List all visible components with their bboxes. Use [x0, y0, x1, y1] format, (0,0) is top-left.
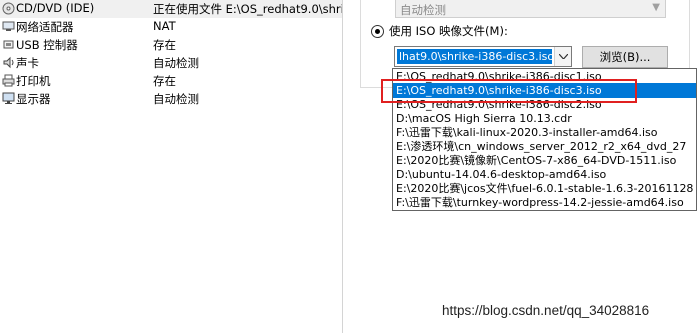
- device-name: 网络适配器: [16, 20, 74, 34]
- chevron-down-icon: [559, 54, 568, 59]
- device-summary: 自动检测: [153, 92, 199, 106]
- display-icon: [2, 92, 15, 105]
- dropdown-item[interactable]: F:\迅雷下载\kali-linux-2020.3-installer-amd6…: [393, 125, 696, 140]
- device-name: USB 控制器: [16, 38, 78, 52]
- physical-drive-value: 自动检测: [400, 3, 446, 17]
- physical-drive-select[interactable]: 自动检测 ▼: [395, 0, 666, 18]
- device-name: 打印机: [16, 74, 51, 88]
- dropdown-item[interactable]: E:\渗透环境\cn_windows_server_2012_r2_x64_dv…: [393, 139, 696, 154]
- device-name: CD/DVD (IDE): [16, 1, 95, 15]
- device-summary: 存在: [153, 74, 176, 88]
- dropdown-item[interactable]: F:\迅雷下载\turnkey-wordpress-14.2-jessie-am…: [393, 195, 696, 210]
- sound-card-icon: [2, 56, 15, 69]
- iso-path-combobox[interactable]: lhat9.0\shrike-i386-disc3.iso: [394, 46, 572, 67]
- iso-dropdown-button[interactable]: [554, 47, 571, 66]
- network-adapter-icon: [2, 20, 15, 33]
- device-row-printer[interactable]: 打印机 存在: [0, 72, 343, 90]
- device-row-display[interactable]: 显示器 自动检测: [0, 90, 343, 108]
- cd-dvd-icon: [2, 2, 15, 15]
- dropdown-item[interactable]: D:\macOS High Sierra 10.13.cdr: [393, 111, 696, 126]
- device-summary: 存在: [153, 38, 176, 52]
- dropdown-item[interactable]: E:\2020比赛\jcos文件\fuel-6.0.1-stable-1.6.3…: [393, 181, 696, 196]
- use-iso-radio-label: 使用 ISO 映像文件(M):: [389, 24, 508, 38]
- device-summary: NAT: [153, 19, 176, 33]
- device-list: CD/DVD (IDE) 正在使用文件 E:\OS_redhat9.0\shri…: [0, 0, 441, 333]
- device-row-network-adapter[interactable]: 网络适配器 NAT: [0, 18, 343, 36]
- chevron-down-icon: ▼: [652, 2, 660, 13]
- usb-controller-icon: [2, 38, 15, 51]
- annotation-highlight-box: [381, 79, 637, 103]
- dropdown-item[interactable]: D:\ubuntu-14.04.6-desktop-amd64.iso: [393, 167, 696, 182]
- watermark-text: https://blog.csdn.net/qq_34028816: [442, 303, 650, 318]
- use-iso-radio[interactable]: [371, 24, 384, 38]
- device-row-cd-dvd[interactable]: CD/DVD (IDE) 正在使用文件 E:\OS_redhat9.0\shri…: [0, 0, 441, 18]
- browse-button[interactable]: 浏览(B)...: [582, 46, 668, 68]
- iso-path-value[interactable]: lhat9.0\shrike-i386-disc3.iso: [397, 49, 552, 64]
- use-iso-radio-row[interactable]: 使用 ISO 映像文件(M):: [371, 22, 508, 40]
- device-row-sound-card[interactable]: 声卡 自动检测: [0, 54, 343, 72]
- device-summary: 自动检测: [153, 56, 199, 70]
- dropdown-item[interactable]: E:\2020比赛\镜像新\CentOS-7-x86_64-DVD-1511.i…: [393, 153, 696, 168]
- device-name: 声卡: [16, 56, 39, 70]
- device-name: 显示器: [16, 92, 51, 106]
- printer-icon: [2, 74, 15, 87]
- device-row-usb-controller[interactable]: USB 控制器 存在: [0, 36, 343, 54]
